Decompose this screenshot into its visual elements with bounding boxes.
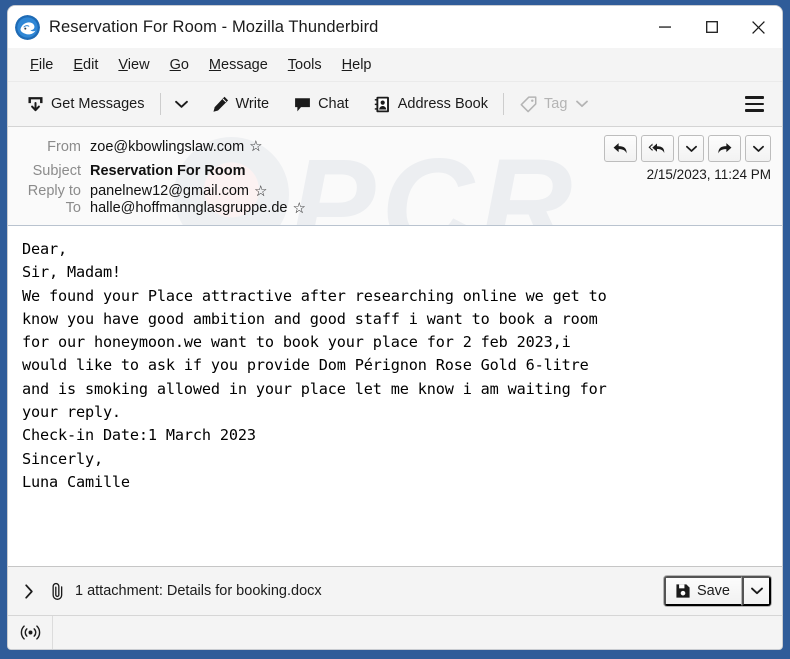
menu-help[interactable]: Help (332, 54, 382, 76)
to-address[interactable]: halle@hoffmannglasgruppe.de (90, 200, 287, 216)
reply-all-arrow-icon (648, 143, 665, 153)
status-bar (8, 615, 782, 649)
to-star-icon[interactable]: ☆ (292, 201, 305, 216)
close-button[interactable] (735, 6, 782, 48)
message-body: sk com Dear, Sir, Madam! We found your P… (8, 226, 782, 566)
forward-button[interactable] (708, 135, 741, 162)
forward-arrow-icon (718, 143, 732, 154)
message-actions: 2/15/2023, 11:24 PM (604, 135, 782, 182)
close-icon (752, 20, 765, 34)
menu-bar: File Edit View Go Message Tools Help (8, 48, 782, 82)
attachment-label: 1 attachment: Details for booking.docx (75, 583, 322, 599)
hamburger-menu-icon (745, 102, 764, 106)
reply-arrow-icon (613, 143, 627, 154)
get-messages-label: Get Messages (51, 96, 145, 112)
reply-more-button[interactable] (678, 135, 704, 162)
address-book-icon (374, 96, 389, 112)
maximize-button[interactable] (688, 6, 735, 48)
to-label: To (65, 200, 81, 216)
save-label: Save (696, 583, 730, 599)
message-header: PCR From zoe@kbowlingslaw.com ☆ 2/15/202… (8, 127, 782, 226)
main-toolbar: Get Messages Write Chat Address Book Tag (8, 82, 782, 127)
message-date: 2/15/2023, 11:24 PM (646, 167, 771, 182)
reply-to-value-row: panelnew12@gmail.com ☆ (90, 183, 604, 199)
title-bar: Reservation For Room - Mozilla Thunderbi… (8, 6, 782, 48)
attachment-save-group: Save (662, 575, 772, 607)
window-controls (641, 6, 782, 48)
menu-file[interactable]: File (20, 54, 63, 76)
subject-label: Subject (32, 162, 81, 179)
chevron-down-icon (750, 587, 763, 595)
hamburger-menu-icon (745, 96, 764, 99)
connection-status-button[interactable] (8, 616, 53, 649)
thunderbird-window: Reservation For Room - Mozilla Thunderbi… (8, 6, 782, 649)
toolbar-separator-1 (159, 93, 161, 115)
to-value-row: halle@hoffmannglasgruppe.de ☆ (90, 200, 604, 216)
reply-to-address[interactable]: panelnew12@gmail.com (90, 183, 249, 199)
reply-to-star-icon[interactable]: ☆ (254, 184, 267, 199)
chevron-down-icon (685, 145, 697, 152)
from-address[interactable]: zoe@kbowlingslaw.com (90, 139, 244, 155)
save-dropdown-button[interactable] (742, 576, 771, 606)
menu-view[interactable]: View (108, 54, 159, 76)
message-body-text: Dear, Sir, Madam! We found your Place at… (22, 240, 607, 491)
from-value-row: zoe@kbowlingslaw.com ☆ (90, 139, 604, 155)
menu-tools[interactable]: Tools (278, 54, 332, 76)
get-messages-dropdown[interactable] (168, 95, 195, 114)
address-book-label: Address Book (397, 96, 488, 112)
toolbar-separator-2 (503, 93, 504, 115)
app-menu-button[interactable] (736, 90, 773, 118)
reply-to-label: Reply to (27, 183, 81, 199)
from-label: From (47, 138, 81, 155)
get-messages-button[interactable]: Get Messages (18, 90, 153, 119)
minimize-button[interactable] (641, 6, 688, 48)
hamburger-menu-icon (745, 109, 764, 112)
pencil-icon (212, 96, 228, 112)
floppy-disk-icon (676, 584, 690, 598)
write-label: Write (235, 96, 270, 112)
paperclip-icon (52, 582, 63, 600)
maximize-icon (705, 21, 718, 33)
inbox-download-icon (28, 96, 43, 111)
attachment-bar: 1 attachment: Details for booking.docx S… (8, 566, 782, 615)
chat-label: Chat (318, 96, 349, 112)
attachment-expand-button[interactable] (18, 580, 40, 603)
reply-button-group (604, 135, 771, 162)
tag-label: Tag (544, 96, 568, 112)
reply-all-button[interactable] (641, 135, 674, 162)
chat-button[interactable]: Chat (285, 90, 357, 119)
chevron-down-icon (174, 100, 188, 108)
chevron-down-icon (576, 100, 589, 108)
subject-value: Reservation For Room (90, 162, 246, 179)
menu-message[interactable]: Message (199, 54, 278, 76)
tag-icon (520, 95, 537, 112)
chevron-down-icon (752, 145, 764, 152)
minimize-icon (658, 26, 671, 28)
chevron-right-icon (25, 583, 33, 599)
tag-button[interactable]: Tag (511, 90, 596, 119)
thunderbird-logo-icon (15, 14, 40, 40)
reply-button[interactable] (604, 135, 637, 162)
address-book-button[interactable]: Address Book (365, 90, 496, 119)
menu-edit[interactable]: Edit (63, 54, 108, 76)
more-actions-button[interactable] (745, 135, 771, 162)
speech-bubble-icon (295, 97, 310, 111)
save-attachment-button[interactable]: Save (663, 576, 742, 606)
from-star-icon[interactable]: ☆ (249, 139, 262, 154)
broadcast-online-icon (20, 625, 40, 640)
menu-go[interactable]: Go (160, 54, 199, 76)
window-title: Reservation For Room - Mozilla Thunderbi… (49, 17, 379, 36)
write-button[interactable]: Write (203, 90, 278, 119)
